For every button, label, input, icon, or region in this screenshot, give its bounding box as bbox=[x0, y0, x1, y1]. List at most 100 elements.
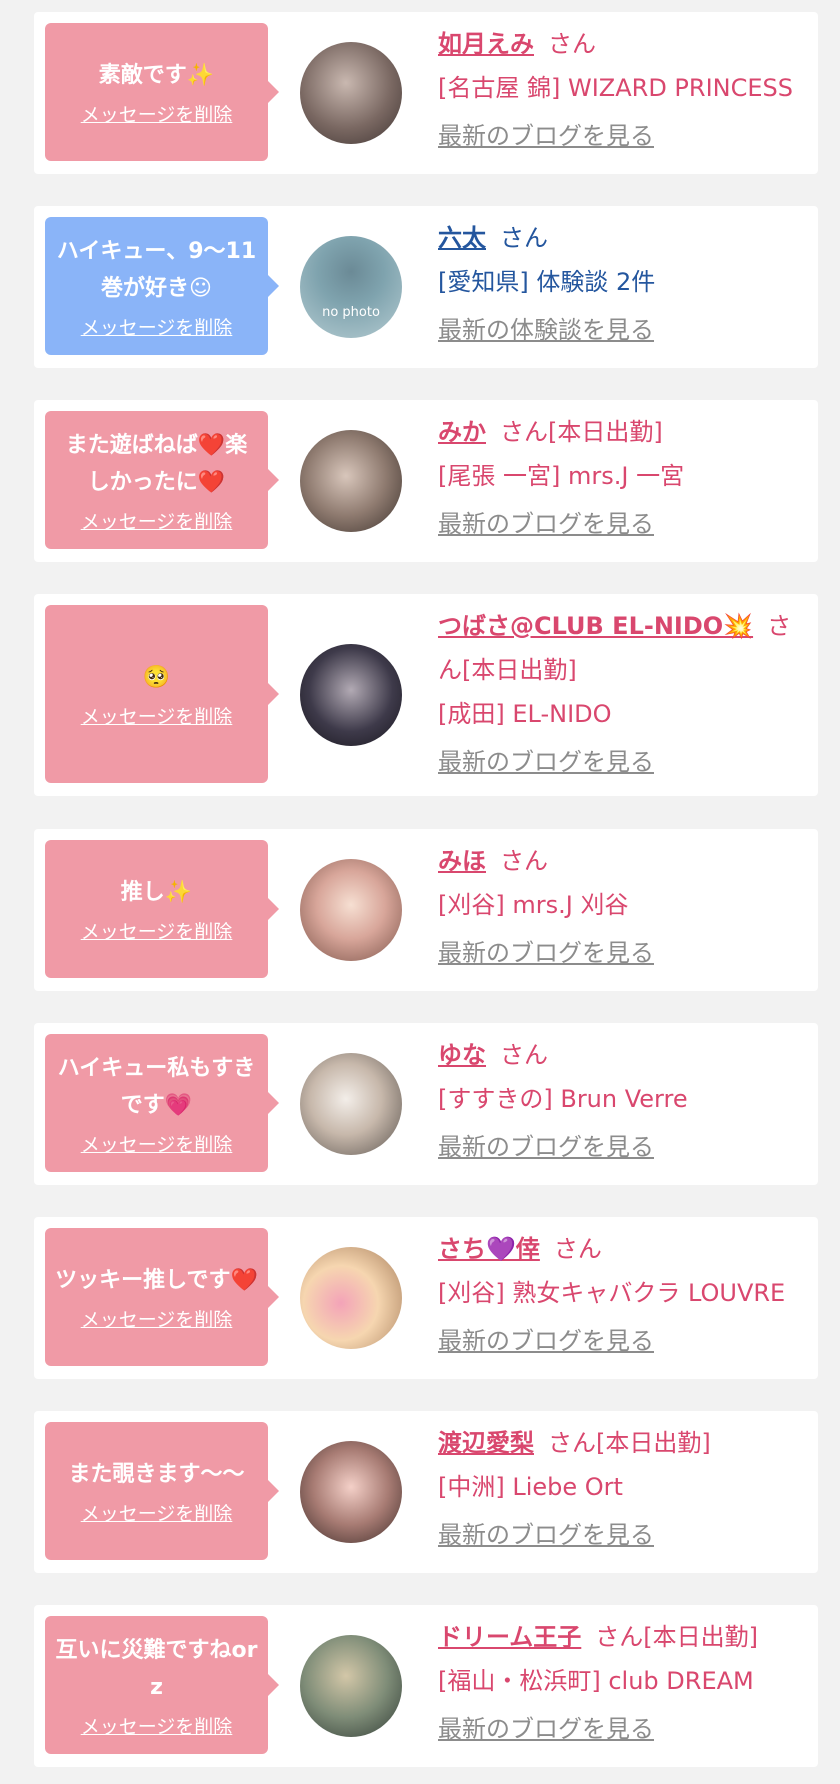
delete-message-link[interactable]: メッセージを削除 bbox=[81, 100, 233, 127]
user-info: ゆな さん [すすきの] Brun Verre 最新のブログを見る bbox=[438, 1033, 808, 1169]
name-line: みか さん[本日出勤] bbox=[438, 410, 808, 454]
shop-info: [すすきの] Brun Verre bbox=[438, 1085, 688, 1113]
user-name-link[interactable]: みか bbox=[438, 418, 486, 446]
name-line: さち💜倖 さん bbox=[438, 1227, 808, 1271]
name-line: ドリーム王子 さん[本日出勤] bbox=[438, 1615, 808, 1659]
latest-blog-link[interactable]: 最新のブログを見る bbox=[438, 740, 808, 784]
name-line: 如月えみ さん bbox=[438, 22, 808, 66]
user-name-link[interactable]: 如月えみ bbox=[438, 30, 534, 58]
name-suffix: さん[本日出勤] bbox=[595, 1623, 759, 1651]
user-name-link[interactable]: みほ bbox=[438, 847, 486, 875]
message-text: ハイキュー私もすきです💗 bbox=[57, 1055, 256, 1118]
user-name-link[interactable]: 六太 bbox=[438, 224, 486, 252]
latest-blog-link[interactable]: 最新のブログを見る bbox=[438, 1707, 808, 1751]
latest-blog-link[interactable]: 最新の体験談を見る bbox=[438, 308, 808, 352]
latest-blog-link[interactable]: 最新のブログを見る bbox=[438, 114, 808, 158]
message-bubble: 互いに災難ですねorz メッセージを削除 bbox=[45, 1616, 279, 1754]
message-card: 素敵です✨ メッセージを削除 如月えみ さん [名古屋 錦] WIZARD PRINCE… bbox=[34, 12, 818, 174]
message-card: 🥺 メッセージを削除 つばさ@CLUB EL-NIDO💥 さん[本日出勤] [成田] E… bbox=[34, 594, 818, 796]
latest-blog-link[interactable]: 最新のブログを見る bbox=[438, 1125, 808, 1169]
delete-message-link[interactable]: メッセージを削除 bbox=[81, 313, 233, 340]
delete-message-link[interactable]: メッセージを削除 bbox=[81, 1130, 233, 1157]
delete-message-link[interactable]: メッセージを削除 bbox=[81, 1305, 233, 1332]
message-card: ハイキュー私もすきです💗 メッセージを削除 ゆな さん [すすきの] Brun Verr… bbox=[34, 1023, 818, 1185]
shop-info: [福山・松浜町] club DREAM bbox=[438, 1667, 754, 1695]
name-line: ゆな さん bbox=[438, 1033, 808, 1077]
message-bubble: 素敵です✨ メッセージを削除 bbox=[45, 23, 279, 161]
name-suffix: さん bbox=[500, 847, 548, 875]
shop-info: [刈谷] 熟女キャバクラ LOUVRE bbox=[438, 1279, 786, 1307]
name-suffix: さん bbox=[500, 224, 548, 252]
message-text: また遊ばねば❤️楽しかったに❤️ bbox=[65, 432, 248, 495]
name-suffix: さん bbox=[500, 1041, 548, 1069]
message-bubble: 推し✨ メッセージを削除 bbox=[45, 840, 279, 978]
message-text: ハイキュー、9〜11巻が好き☺ bbox=[56, 238, 257, 301]
user-name-link[interactable]: つばさ@CLUB EL-NIDO💥 bbox=[438, 612, 753, 640]
avatar[interactable] bbox=[300, 1635, 402, 1737]
user-info: 渡辺愛梨 さん[本日出勤] [中洲] Liebe Ort 最新のブログを見る bbox=[438, 1421, 808, 1557]
user-info: みか さん[本日出勤] [尾張 一宮] mrs.J 一宮最新のブログを見る bbox=[438, 410, 808, 546]
delete-message-link[interactable]: メッセージを削除 bbox=[81, 1499, 233, 1526]
no-photo-label: no photo bbox=[322, 305, 380, 320]
message-bubble: 🥺 メッセージを削除 bbox=[45, 605, 279, 783]
user-info: 如月えみ さん [名古屋 錦] WIZARD PRINCESS 最新のブログを見る bbox=[438, 22, 808, 158]
message-text: また覗きます〜〜 bbox=[68, 1462, 245, 1487]
latest-blog-link[interactable]: 最新のブログを見る bbox=[438, 1513, 808, 1557]
avatar[interactable] bbox=[300, 859, 402, 961]
message-card: ハイキュー、9〜11巻が好き☺ メッセージを削除 no photo 六太 さん [愛知県]… bbox=[34, 206, 818, 368]
delete-message-link[interactable]: メッセージを削除 bbox=[81, 702, 233, 729]
message-card: また覗きます〜〜 メッセージを削除 渡辺愛梨 さん[本日出勤] [中洲] Liebe O… bbox=[34, 1411, 818, 1573]
latest-blog-link[interactable]: 最新のブログを見る bbox=[438, 502, 808, 546]
user-info: つばさ@CLUB EL-NIDO💥 さん[本日出勤] [成田] EL-NIDO 最新の… bbox=[438, 604, 808, 784]
user-info: みほ さん [刈谷] mrs.J 刈谷最新のブログを見る bbox=[438, 839, 808, 975]
avatar[interactable] bbox=[300, 1441, 402, 1543]
message-card: 互いに災難ですねorz メッセージを削除 ドリーム王子 さん[本日出勤] [福山・松浜町… bbox=[34, 1605, 818, 1767]
user-info: さち💜倖 さん [刈谷] 熟女キャバクラ LOUVRE 最新のブログを見る bbox=[438, 1227, 808, 1363]
avatar[interactable]: no photo bbox=[300, 236, 402, 338]
message-card: 推し✨ メッセージを削除 みほ さん [刈谷] mrs.J 刈谷最新のブログを見る bbox=[34, 829, 818, 991]
avatar[interactable] bbox=[300, 644, 402, 746]
name-line: つばさ@CLUB EL-NIDO💥 さん[本日出勤] bbox=[438, 604, 808, 692]
message-bubble: また覗きます〜〜 メッセージを削除 bbox=[45, 1422, 279, 1560]
name-line: 渡辺愛梨 さん[本日出勤] bbox=[438, 1421, 808, 1465]
shop-info: [刈谷] mrs.J 刈谷 bbox=[438, 891, 629, 919]
delete-message-link[interactable]: メッセージを削除 bbox=[81, 917, 233, 944]
avatar[interactable] bbox=[300, 42, 402, 144]
latest-blog-link[interactable]: 最新のブログを見る bbox=[438, 931, 808, 975]
avatar[interactable] bbox=[300, 430, 402, 532]
shop-info: [愛知県] 体験談 2件 bbox=[438, 268, 656, 296]
name-suffix: さん bbox=[548, 30, 596, 58]
user-name-link[interactable]: 渡辺愛梨 bbox=[438, 1429, 534, 1457]
message-list: 素敵です✨ メッセージを削除 如月えみ さん [名古屋 錦] WIZARD PRINCE… bbox=[0, 0, 840, 1784]
name-suffix: さん bbox=[553, 1235, 602, 1263]
message-bubble: ツッキー推しです❤️ メッセージを削除 bbox=[45, 1228, 279, 1366]
latest-blog-link[interactable]: 最新のブログを見る bbox=[438, 1319, 808, 1363]
avatar[interactable] bbox=[300, 1053, 402, 1155]
user-info: ドリーム王子 さん[本日出勤] [福山・松浜町] club DREAM 最新のブログを… bbox=[438, 1615, 808, 1751]
shop-info: [中洲] Liebe Ort bbox=[438, 1473, 623, 1501]
message-text: 🥺 bbox=[142, 665, 171, 690]
shop-info: [名古屋 錦] WIZARD PRINCESS bbox=[438, 74, 794, 102]
name-suffix: さん[本日出勤] bbox=[548, 1429, 711, 1457]
message-text: 互いに災難ですねorz bbox=[55, 1637, 258, 1700]
user-info: 六太 さん [愛知県] 体験談 2件最新の体験談を見る bbox=[438, 216, 808, 352]
shop-info: [尾張 一宮] mrs.J 一宮 bbox=[438, 462, 685, 490]
avatar[interactable] bbox=[300, 1247, 402, 1349]
message-text: ツッキー推しです❤️ bbox=[55, 1268, 258, 1293]
name-line: みほ さん bbox=[438, 839, 808, 883]
user-name-link[interactable]: さち💜倖 bbox=[438, 1235, 540, 1263]
message-bubble: ハイキュー、9〜11巻が好き☺ メッセージを削除 bbox=[45, 217, 279, 355]
message-card: また遊ばねば❤️楽しかったに❤️ メッセージを削除 みか さん[本日出勤] [尾張 一宮… bbox=[34, 400, 818, 562]
message-card: ツッキー推しです❤️ メッセージを削除 さち💜倖 さん [刈谷] 熟女キャバクラ LOU… bbox=[34, 1217, 818, 1379]
delete-message-link[interactable]: メッセージを削除 bbox=[81, 507, 233, 534]
name-line: 六太 さん bbox=[438, 216, 808, 260]
message-bubble: また遊ばねば❤️楽しかったに❤️ メッセージを削除 bbox=[45, 411, 279, 549]
name-suffix: さん[本日出勤] bbox=[500, 418, 663, 446]
shop-info: [成田] EL-NIDO bbox=[438, 700, 612, 728]
user-name-link[interactable]: ドリーム王子 bbox=[438, 1623, 581, 1651]
message-text: 素敵です✨ bbox=[98, 63, 215, 88]
delete-message-link[interactable]: メッセージを削除 bbox=[81, 1712, 233, 1739]
user-name-link[interactable]: ゆな bbox=[438, 1041, 486, 1069]
message-bubble: ハイキュー私もすきです💗 メッセージを削除 bbox=[45, 1034, 279, 1172]
message-text: 推し✨ bbox=[120, 880, 193, 905]
